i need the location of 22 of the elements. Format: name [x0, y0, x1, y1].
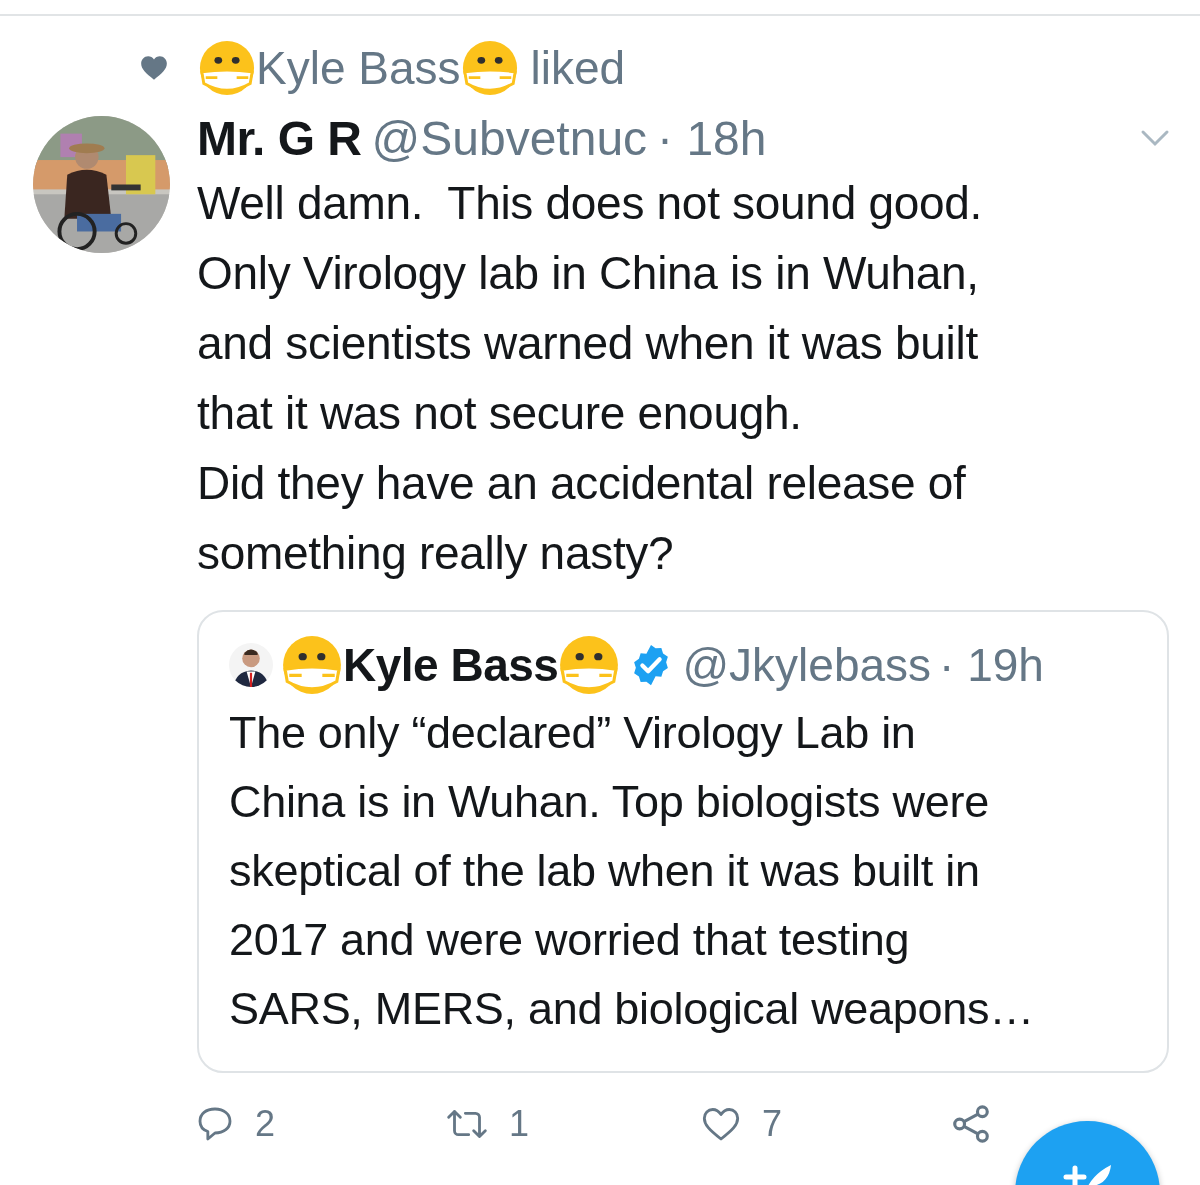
quoted-author-handle: @Jkylebass	[682, 638, 932, 693]
mask-face-icon	[281, 634, 343, 696]
quoted-tweet-text: The only “declared” Virology Lab in China is in Wuhan. Top biologists were skeptical of the lab when it was built in 2017 and were worried that testing SARS, MERS, and biological weapons…	[229, 706, 1035, 1036]
tweet-text: Well damn. This does not sound good. Only Virology lab in China is in Wuhan, and scientists warned when it was built that it was not secure enough. Did they have an accidental release of something really nasty?	[197, 176, 984, 581]
heart-icon	[140, 55, 168, 81]
liked-label: liked	[530, 41, 626, 95]
mask-face-icon	[198, 39, 256, 97]
quoted-author-name: Kyle Bass	[281, 634, 621, 696]
like-button[interactable]: 7	[700, 1103, 783, 1145]
mask-face-icon	[460, 39, 519, 97]
quoted-tweet-card[interactable]	[197, 610, 1169, 1073]
author-handle[interactable]: @Subvetnuc	[371, 110, 648, 166]
share-icon	[950, 1103, 992, 1145]
retweet-button[interactable]: 1	[445, 1103, 530, 1145]
reply-button[interactable]: 2	[195, 1103, 276, 1145]
share-button[interactable]	[950, 1103, 992, 1145]
liked-by-name[interactable]: Kyle Bass	[198, 39, 519, 97]
tweet-time: · 18h	[657, 110, 767, 166]
author-name[interactable]: Mr. G R	[197, 110, 362, 166]
quoted-tweet-time: · 19h	[939, 638, 1044, 693]
mask-face-icon	[558, 634, 621, 696]
compose-icon	[1062, 1163, 1113, 1185]
